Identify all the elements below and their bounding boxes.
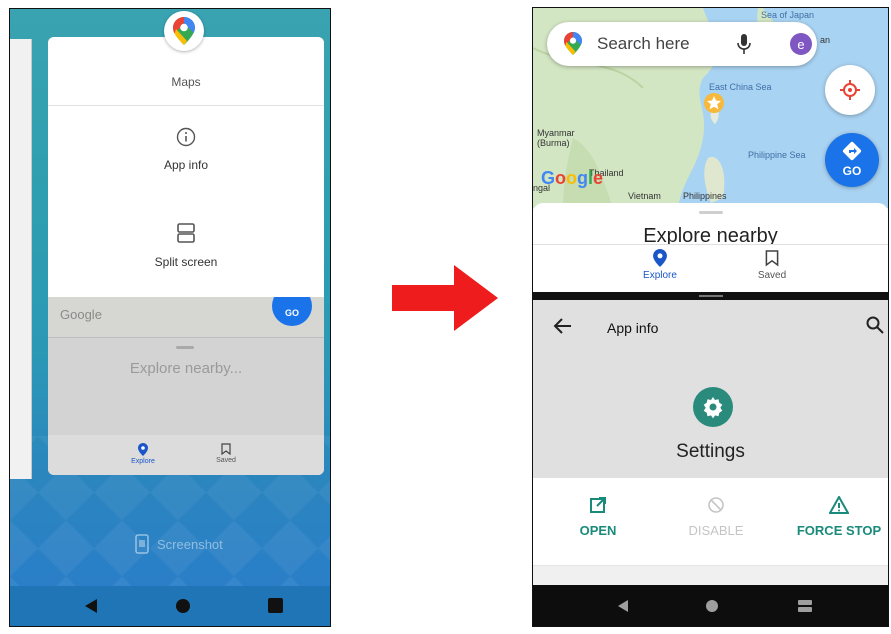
gear-icon: [703, 397, 723, 419]
screenshot-icon: [135, 534, 149, 554]
menu-item-app-info[interactable]: App info: [48, 127, 324, 172]
google-logo: Google: [541, 168, 604, 188]
app-name: Settings: [676, 441, 745, 462]
map-label: Vietnam: [628, 191, 661, 201]
comparison-stage: Google GO Explore nearby... Explore Save…: [0, 0, 891, 634]
nav-label: Saved: [216, 457, 236, 464]
action-label: DISABLE: [688, 523, 744, 538]
map-label: Sea of Japan: [761, 10, 815, 20]
crosshair-icon: [840, 80, 860, 100]
settings-app-icon: [693, 387, 733, 427]
recents-icon[interactable]: [798, 599, 812, 613]
divider-handle[interactable]: [699, 295, 723, 297]
map-label: Philippines: [683, 191, 727, 201]
maps-bottom-nav: Explore Saved: [48, 435, 324, 475]
nav-label: Saved: [757, 270, 787, 281]
info-icon: [176, 127, 196, 147]
directions-icon: [842, 141, 862, 161]
app-popup-menu: Maps App info Split screen: [48, 37, 324, 297]
divider: [48, 105, 324, 106]
search-bar[interactable]: Search here e: [547, 22, 817, 66]
nav-label: Explore: [643, 270, 677, 281]
maps-app-icon[interactable]: [164, 11, 204, 51]
bookmark-icon: [221, 443, 231, 456]
maps-bottom-nav: Explore Saved: [533, 244, 888, 292]
recent-card-partial[interactable]: [10, 199, 32, 309]
microphone-icon[interactable]: [737, 33, 751, 55]
go-button[interactable]: GO: [825, 133, 879, 187]
explore-panel: Explore nearby...: [48, 337, 324, 435]
recent-card-partial[interactable]: [10, 309, 32, 479]
disable-icon: [708, 497, 724, 513]
transition-arrow: [392, 265, 498, 331]
search-icon[interactable]: [866, 316, 884, 334]
location-pin-icon: [653, 249, 667, 267]
map-label: Philippine Sea: [748, 150, 806, 160]
warning-icon: [828, 494, 850, 514]
map-label: an: [820, 35, 831, 45]
open-external-icon: [590, 497, 606, 513]
back-icon[interactable]: [617, 599, 629, 613]
back-icon[interactable]: [84, 598, 98, 614]
menu-item-label: Split screen: [154, 255, 218, 269]
map-view[interactable]: Sea of Japan an East China Sea Myanmar (…: [533, 8, 888, 208]
explore-sheet[interactable]: Explore nearby: [533, 203, 888, 249]
location-pin-icon: [138, 443, 148, 456]
page-title: App info: [607, 320, 659, 336]
back-arrow-icon[interactable]: [553, 316, 573, 336]
left-phone-screen: Google GO Explore nearby... Explore Save…: [9, 8, 331, 627]
home-icon[interactable]: [175, 598, 191, 614]
home-icon[interactable]: [705, 599, 719, 613]
bookmark-icon: [765, 250, 779, 267]
explore-text: Explore nearby...: [129, 360, 243, 377]
maps-pin-icon: [564, 32, 582, 55]
maps-logo-icon: [173, 17, 195, 45]
search-placeholder: Search here: [597, 34, 690, 53]
recents-icon[interactable]: [268, 598, 283, 613]
starred-place-icon: [704, 93, 724, 113]
system-nav-bar: [533, 585, 888, 626]
disable-button: DISABLE: [681, 496, 751, 538]
split-screen-divider[interactable]: [533, 292, 888, 300]
map-label: East China Sea: [709, 82, 772, 92]
drag-handle[interactable]: [699, 211, 723, 214]
force-stop-button[interactable]: FORCE STOP: [791, 494, 887, 538]
split-screen-icon: [177, 223, 195, 243]
app-actions: OPEN DISABLE FORCE STOP: [533, 478, 888, 566]
menu-item-split-screen[interactable]: Split screen: [48, 222, 324, 269]
menu-item-label: App info: [163, 158, 209, 172]
popup-app-name: Maps: [171, 75, 201, 89]
system-nav-bar: [10, 586, 330, 626]
open-button[interactable]: OPEN: [565, 496, 631, 538]
nav-explore: Explore: [113, 443, 173, 465]
nav-explore[interactable]: Explore: [625, 249, 695, 281]
go-label: GO: [842, 164, 862, 178]
locate-button[interactable]: [825, 65, 875, 115]
drag-handle: [176, 346, 194, 349]
nav-saved[interactable]: Saved: [737, 249, 807, 281]
map-label: Myanmar (Burma): [537, 128, 575, 148]
action-label: OPEN: [579, 523, 617, 538]
account-avatar[interactable]: e: [790, 33, 812, 55]
nav-label: Explore: [131, 458, 155, 465]
action-label: FORCE STOP: [796, 523, 882, 538]
screenshot-label: Screenshot: [157, 536, 223, 552]
screenshot-button[interactable]: Screenshot: [135, 534, 223, 554]
nav-saved: Saved: [196, 443, 256, 464]
recent-card-partial[interactable]: [10, 39, 32, 199]
right-phone-screen: Sea of Japan an East China Sea Myanmar (…: [532, 7, 889, 627]
app-info-header: App info Settings: [533, 300, 888, 478]
google-logo: Google: [60, 307, 102, 322]
